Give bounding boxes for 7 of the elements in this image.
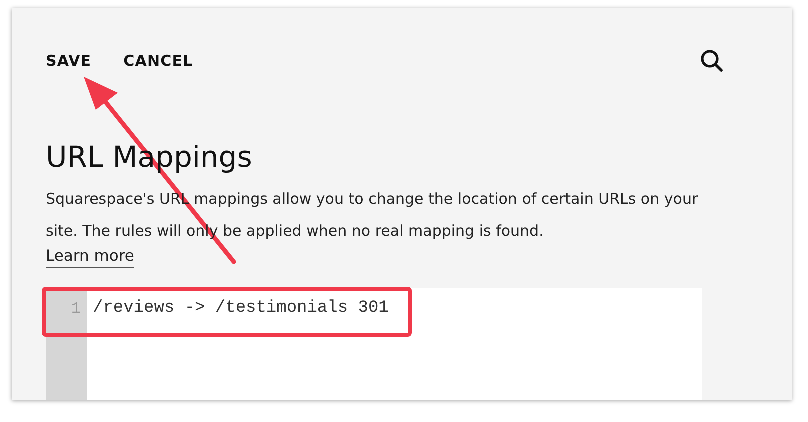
toolbar-button[interactable]: SAVE: [46, 52, 92, 70]
line-number: 1: [70, 299, 82, 320]
search-icon[interactable]: [700, 49, 724, 73]
toolbar-button[interactable]: CANCEL: [124, 52, 194, 70]
code-line: /reviews -> /testimonials 301: [93, 298, 389, 320]
code-editor[interactable]: 1 /reviews -> /testimonials 301: [46, 288, 702, 400]
learn-more-link[interactable]: Learn more: [46, 245, 134, 268]
